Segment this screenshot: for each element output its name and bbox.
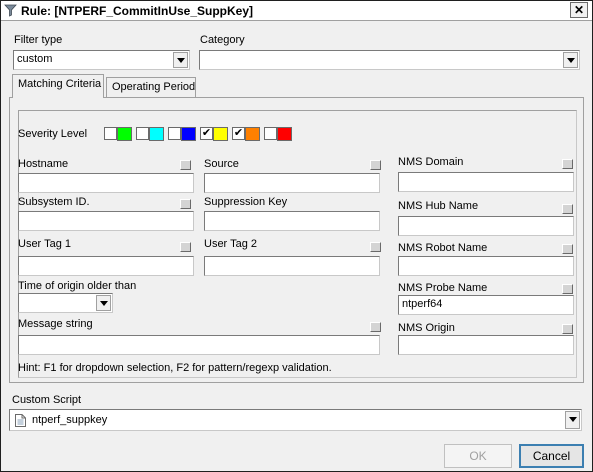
time-of-origin-select[interactable] <box>18 293 113 313</box>
rule-dialog: Rule: [NTPERF_CommitInUse_SuppKey] ✕ Fil… <box>0 0 593 472</box>
nms-robot-name-pattern-button[interactable] <box>562 244 573 254</box>
cancel-button[interactable]: Cancel <box>519 444 584 468</box>
custom-script-select[interactable]: ntperf_suppkey <box>9 409 582 431</box>
tab-label: Operating Period <box>112 81 196 93</box>
close-button[interactable]: ✕ <box>570 2 588 18</box>
message-string-input[interactable] <box>18 335 380 355</box>
severity-checkbox[interactable] <box>264 127 277 140</box>
chevron-down-icon[interactable] <box>173 52 188 68</box>
category-select[interactable] <box>199 50 580 70</box>
filter-type-select[interactable]: custom <box>13 50 190 70</box>
chevron-down-icon[interactable] <box>563 52 578 68</box>
filter-type-label: Filter type <box>14 34 63 46</box>
nms-probe-name-label: NMS Probe Name <box>398 282 488 294</box>
severity-checkbox[interactable]: ✔ <box>232 127 245 140</box>
message-string-pattern-button[interactable] <box>370 322 381 332</box>
nms-probe-name-input[interactable]: ntperf64 <box>398 295 574 315</box>
severity-checkbox[interactable]: ✔ <box>200 127 213 140</box>
subsystem-id-input[interactable] <box>18 211 194 231</box>
severity-level-option[interactable] <box>168 127 197 141</box>
severity-color-swatch <box>181 127 196 141</box>
severity-checkbox[interactable] <box>136 127 149 140</box>
user-tag-1-pattern-button[interactable] <box>180 242 191 252</box>
nms-hub-name-label: NMS Hub Name <box>398 200 479 212</box>
severity-checkbox[interactable] <box>168 127 181 140</box>
hostname-label: Hostname <box>18 158 69 170</box>
nms-robot-name-label: NMS Robot Name <box>398 242 488 254</box>
tab-label: Matching Criteria <box>18 78 102 90</box>
nms-domain-label: NMS Domain <box>398 156 464 168</box>
user-tag-2-label: User Tag 2 <box>204 238 257 250</box>
nms-domain-pattern-button[interactable] <box>562 159 573 169</box>
severity-level-option[interactable]: ✔ <box>200 127 229 141</box>
chevron-down-icon[interactable] <box>96 295 111 311</box>
filter-type-value: custom <box>17 53 53 65</box>
source-input[interactable] <box>204 173 380 193</box>
nms-origin-pattern-button[interactable] <box>562 324 573 334</box>
ok-button[interactable]: OK <box>444 444 512 468</box>
user-tag-1-label: User Tag 1 <box>18 238 71 250</box>
tab-operating-period[interactable]: Operating Period <box>106 77 196 99</box>
window-title: Rule: [NTPERF_CommitInUse_SuppKey] <box>21 4 254 18</box>
time-of-origin-label: Time of origin older than <box>18 280 137 292</box>
suppression-key-label: Suppression Key <box>204 196 288 208</box>
hostname-pattern-button[interactable] <box>180 160 191 170</box>
severity-color-swatch <box>117 127 132 141</box>
severity-color-swatch <box>149 127 164 141</box>
nms-domain-input[interactable] <box>398 172 574 192</box>
source-label: Source <box>204 158 239 170</box>
severity-checkbox[interactable] <box>104 127 117 140</box>
user-tag-2-input[interactable] <box>204 256 380 276</box>
user-tag-1-input[interactable] <box>18 256 194 276</box>
severity-level-label: Severity Level <box>18 128 88 140</box>
nms-origin-label: NMS Origin <box>398 322 455 334</box>
severity-color-swatch <box>245 127 260 141</box>
user-tag-2-pattern-button[interactable] <box>370 242 381 252</box>
nms-probe-name-pattern-button[interactable] <box>562 284 573 294</box>
suppression-key-input[interactable] <box>204 211 380 231</box>
tab-matching-criteria[interactable]: Matching Criteria <box>12 74 104 98</box>
source-pattern-button[interactable] <box>370 160 381 170</box>
nms-hub-name-input[interactable] <box>398 216 574 236</box>
subsystem-id-pattern-button[interactable] <box>180 199 191 209</box>
severity-color-swatch <box>213 127 228 141</box>
title-bar: Rule: [NTPERF_CommitInUse_SuppKey] ✕ <box>1 1 592 21</box>
nms-hub-name-pattern-button[interactable] <box>562 204 573 214</box>
hostname-input[interactable] <box>18 173 194 193</box>
custom-script-value: ntperf_suppkey <box>32 414 108 426</box>
severity-level-option[interactable]: ✔ <box>232 127 261 141</box>
custom-script-label: Custom Script <box>12 394 82 406</box>
severity-level-option[interactable] <box>136 127 165 141</box>
category-label: Category <box>200 34 245 46</box>
severity-level-option[interactable] <box>104 127 133 141</box>
hint-text: Hint: F1 for dropdown selection, F2 for … <box>18 362 332 374</box>
severity-level-option[interactable] <box>264 127 293 141</box>
chevron-down-icon[interactable] <box>565 411 580 429</box>
message-string-label: Message string <box>18 318 93 330</box>
subsystem-id-label: Subsystem ID. <box>18 196 90 208</box>
filter-icon <box>4 4 17 17</box>
severity-color-swatch <box>277 127 292 141</box>
nms-robot-name-input[interactable] <box>398 256 574 276</box>
document-icon <box>15 414 26 427</box>
nms-origin-input[interactable] <box>398 335 574 355</box>
